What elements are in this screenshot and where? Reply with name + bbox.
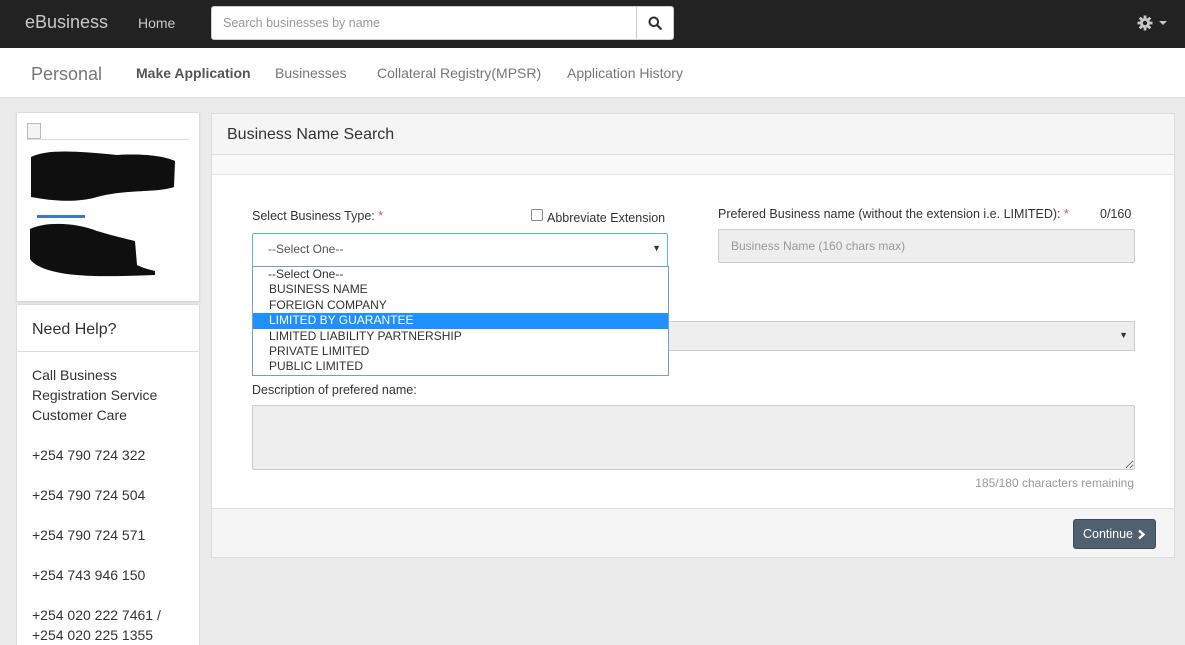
search-bar [211,6,674,40]
panel-title: Business Name Search [227,126,395,143]
description-label: Description of prefered name: [252,383,417,397]
dropdown-option[interactable]: BUSINESS NAME [253,282,668,297]
top-navbar: eBusiness Home [0,0,1185,48]
dropdown-option[interactable]: PUBLIC LIMITED [253,359,668,374]
preferred-name-label-text: Prefered Business name (without the exte… [718,207,1061,221]
settings-menu[interactable] [1137,14,1169,32]
help-text-line: Call Business [32,367,117,383]
gear-icon [1137,15,1153,31]
business-type-dropdown: --Select One-- BUSINESS NAME FOREIGN COM… [252,266,669,376]
brand-logo[interactable]: eBusiness [25,12,108,33]
abbreviate-extension-label: Abbreviate Extension [547,211,666,225]
search-icon [648,16,662,30]
search-button[interactable] [636,7,673,39]
business-type-select[interactable]: --Select One-- ▼ [252,233,668,267]
panel-header: Business Name Search [212,114,1174,155]
section-title: Personal [31,64,103,84]
dropdown-option[interactable]: --Select One-- [253,267,668,282]
secondary-navbar: Personal Make Application Businesses Col… [0,48,1185,98]
search-input[interactable] [212,7,636,39]
nav-home-link[interactable]: Home [138,15,175,31]
panel-subheader [212,155,1174,175]
help-panel: Need Help? Call Business Registration Se… [16,304,200,645]
required-mark: * [1064,207,1069,221]
abbreviate-extension-checkbox[interactable] [531,209,543,221]
char-counter: 0/160 [1100,207,1132,221]
characters-remaining: 185/180 characters remaining [975,476,1134,490]
business-type-label-text: Select Business Type: [252,209,375,223]
help-phone: +254 790 724 322 [32,447,146,463]
secondary-select[interactable]: ▼ [669,321,1135,351]
profile-panel [16,112,200,302]
help-phone: +254 790 724 504 [32,487,146,503]
redacted-user-info [30,151,175,277]
help-text-line: Registration Service [32,387,158,403]
nav-application-history[interactable]: Application History [567,65,683,81]
select-arrow-icon: ▼ [652,243,661,253]
caret-down-icon [1159,21,1167,25]
continue-button[interactable]: Continue [1073,519,1156,549]
help-text-line: Customer Care [32,407,127,423]
continue-label: Continue [1082,527,1134,541]
help-phone: +254 020 225 1355 [32,627,154,643]
select-arrow-icon: ▼ [1119,330,1128,340]
required-mark: * [378,209,384,223]
chevron-right-icon [1138,529,1146,539]
dropdown-option[interactable]: FOREIGN COMPANY [253,298,668,313]
preferred-name-label: Prefered Business name (without the exte… [718,207,1069,221]
panel-footer: Continue [212,508,1174,557]
help-phone: +254 020 222 7461 / [32,607,161,623]
dropdown-option[interactable]: PRIVATE LIMITED [253,344,668,359]
nav-businesses[interactable]: Businesses [275,65,347,81]
dropdown-option-selected[interactable]: LIMITED BY GUARANTEE [253,313,668,329]
nav-collateral-registry[interactable]: Collateral Registry(MPSR) [377,65,541,81]
business-name-input[interactable] [718,229,1135,263]
business-type-label: Select Business Type: * [252,209,383,223]
help-phone: +254 790 724 571 [32,527,146,543]
select-value: --Select One-- [268,242,344,256]
help-title: Need Help? [32,321,117,338]
nav-make-application[interactable]: Make Application [136,65,251,81]
description-textarea[interactable] [252,405,1135,470]
help-phone: +254 743 946 150 [32,567,146,583]
help-divider [17,351,199,352]
dropdown-option[interactable]: LIMITED LIABILITY PARTNERSHIP [253,329,668,344]
profile-underline [37,215,85,218]
